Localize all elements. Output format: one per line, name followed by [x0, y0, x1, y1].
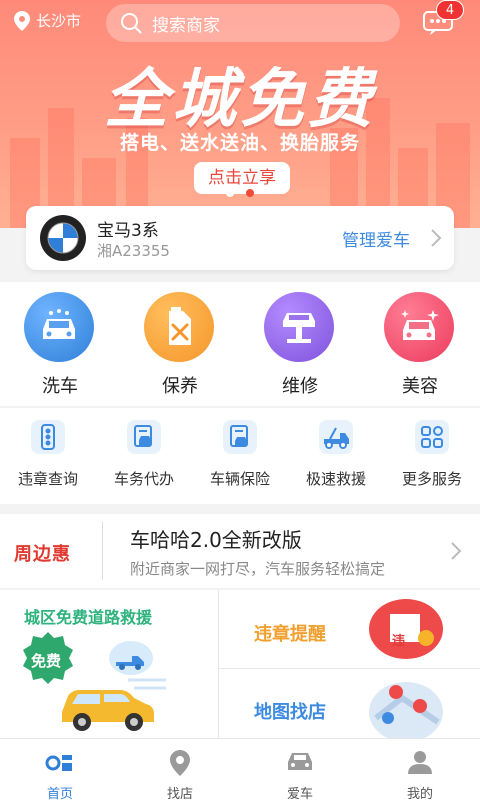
service-label: 洗车 [42, 376, 78, 397]
divider [102, 522, 103, 580]
violation-icon-label: 违 [392, 634, 406, 649]
top-bar: 长沙市 搜索商家 4 [0, 0, 480, 46]
user-icon [408, 751, 432, 774]
sub-service-label: 车务代办 [113, 470, 174, 488]
carousel-indicator [226, 189, 254, 197]
violation-alert-icon [369, 599, 443, 659]
repair-lift-icon [264, 292, 334, 362]
chevron-right-icon [451, 542, 462, 560]
news-banner[interactable]: 周边惠 车哈哈2.0全新改版 附近商家一网打尽，汽车服务轻松搞定 [0, 514, 480, 588]
car-affairs-icon [127, 420, 161, 454]
home-icon [45, 755, 72, 771]
banner-headline: 全城免费 [104, 63, 376, 137]
tab-label: 找店 [166, 787, 193, 800]
bmw-logo [40, 215, 86, 261]
traffic-light-icon [31, 420, 65, 454]
service-repair[interactable]: 维修 [240, 282, 360, 406]
manage-car-link[interactable]: 管理爱车 [342, 226, 410, 251]
service-car-wash[interactable]: 洗车 [0, 282, 120, 406]
service-violation-query[interactable]: 违章查询 [0, 408, 96, 504]
city-selector[interactable]: 长沙市 [14, 10, 81, 31]
tow-truck-icon [109, 641, 153, 675]
car-beauty-icon [384, 292, 454, 362]
service-more[interactable]: 更多服务 [384, 408, 480, 504]
tab-label: 我的 [406, 787, 433, 800]
bottom-tab-bar: 首页 找店 爱车 我的 [0, 738, 480, 800]
carousel-dot [226, 189, 234, 197]
service-rescue[interactable]: 极速救援 [288, 408, 384, 504]
service-insurance[interactable]: 车辆保险 [192, 408, 288, 504]
divider [219, 668, 480, 669]
tab-home[interactable]: 首页 [0, 739, 120, 800]
sub-service-label: 更多服务 [401, 470, 462, 488]
service-label: 维修 [282, 376, 318, 397]
yellow-car-illustration [62, 678, 166, 731]
tab-label: 首页 [46, 787, 73, 800]
promo-road-rescue[interactable]: 城区免费道路救援 免费 [0, 590, 218, 738]
tow-truck-icon [319, 420, 353, 454]
service-maintenance[interactable]: 保养 [120, 282, 240, 406]
sub-service-label: 极速救援 [305, 470, 366, 488]
promo-banner[interactable]: 长沙市 搜索商家 4 全城免费 搭电、送水送油、换胎服务 点击立享 [0, 0, 480, 228]
service-beauty[interactable]: 美容 [360, 282, 480, 406]
car-name: 宝马3系 [97, 221, 159, 241]
my-car-card[interactable]: 宝马3系 湘A23355 管理爱车 [26, 206, 454, 270]
news-title: 车哈哈2.0全新改版 [130, 528, 302, 552]
app-screen: { "header": { "city": "长沙市", "search_pla… [0, 0, 480, 800]
sub-service-label: 车辆保险 [209, 470, 270, 488]
city-label: 长沙市 [36, 12, 82, 30]
promo-right-bottom-title: 地图找店 [254, 702, 326, 723]
banner-subline: 搭电、送水送油、换胎服务 [119, 132, 360, 154]
service-label: 保养 [162, 376, 198, 397]
message-badge: 4 [436, 0, 464, 20]
free-badge-label: 免费 [31, 652, 62, 670]
car-wash-icon [24, 292, 94, 362]
tab-find-store[interactable]: 找店 [120, 739, 240, 800]
sub-service-label: 违章查询 [17, 470, 78, 488]
tab-label: 爱车 [286, 787, 313, 800]
chevron-right-icon [431, 229, 442, 247]
location-pin-icon [14, 10, 30, 31]
more-grid-icon [415, 420, 449, 454]
tab-my-car[interactable]: 爱车 [240, 739, 360, 800]
search-bar[interactable]: 搜索商家 [106, 4, 400, 42]
news-desc: 附近商家一网打尽，汽车服务轻松搞定 [130, 560, 386, 578]
search-placeholder: 搜索商家 [152, 15, 220, 36]
maintenance-icon [144, 292, 214, 362]
main-services: 洗车 保养 维修 美容 [0, 282, 480, 406]
news-brand: 周边惠 [14, 544, 71, 565]
divider [218, 590, 219, 738]
map-store-icon [369, 682, 443, 738]
car-icon [288, 753, 312, 770]
service-label: 美容 [402, 376, 438, 397]
insurance-icon [223, 420, 257, 454]
location-pin-icon [170, 750, 190, 776]
tab-mine[interactable]: 我的 [360, 739, 480, 800]
carousel-dot-active [246, 189, 254, 197]
search-icon [121, 13, 142, 34]
promo-section: 城区免费道路救援 免费 违章提醒 违 地图找店 [0, 590, 480, 738]
service-car-affairs[interactable]: 车务代办 [96, 408, 192, 504]
car-plate: 湘A23355 [97, 242, 170, 260]
sub-services: 违章查询 车务代办 车辆保险 极速救援 更多服务 [0, 408, 480, 504]
promo-right-top-title: 违章提醒 [254, 624, 326, 645]
promo-left-title: 城区免费道路救援 [24, 608, 153, 627]
